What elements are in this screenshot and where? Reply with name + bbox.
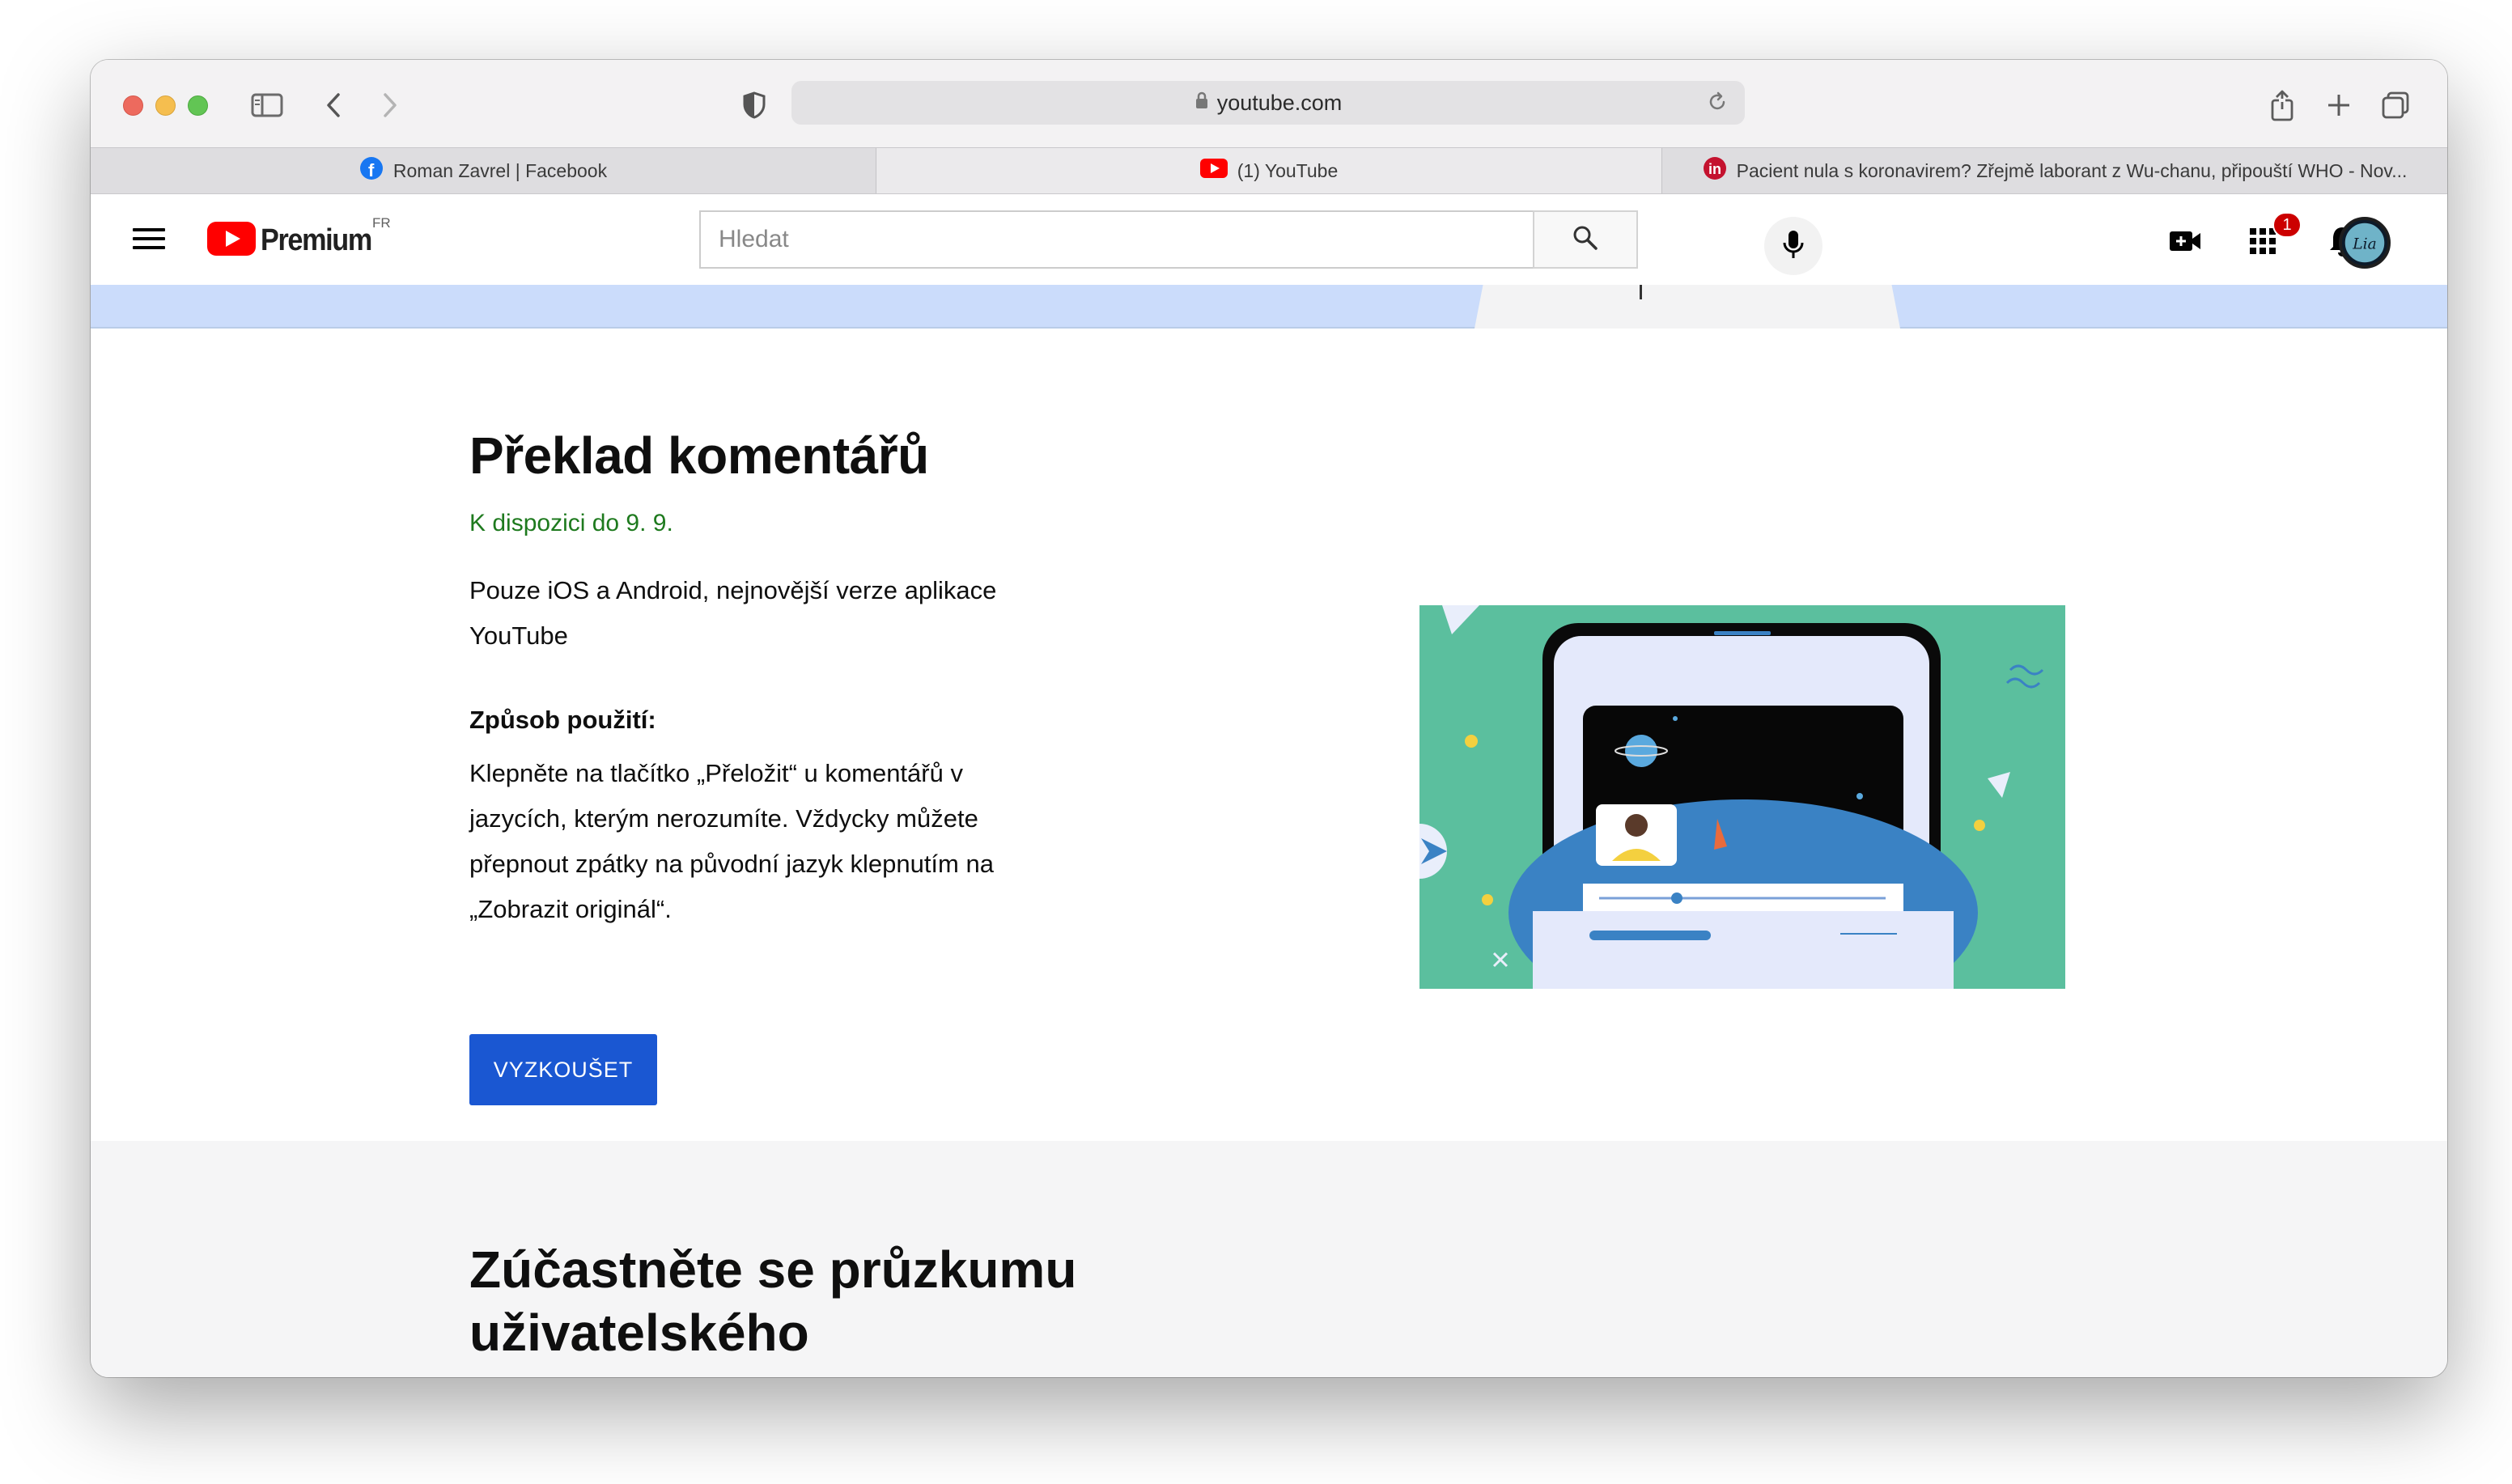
forward-icon[interactable] bbox=[372, 87, 408, 123]
logo-text: Premium bbox=[261, 223, 372, 257]
search-icon bbox=[1572, 224, 1599, 256]
banner-strip bbox=[91, 285, 2447, 329]
minimize-window-button[interactable] bbox=[155, 95, 176, 116]
microphone-icon bbox=[1782, 229, 1805, 264]
howto-label: Způsob použití: bbox=[469, 706, 656, 734]
tab-youtube[interactable]: (1) YouTube bbox=[876, 148, 1662, 193]
youtube-icon bbox=[1199, 159, 1228, 183]
search-button[interactable] bbox=[1533, 210, 1638, 269]
create-video-icon[interactable] bbox=[2166, 222, 2204, 261]
share-icon[interactable] bbox=[2264, 87, 2300, 123]
lock-icon bbox=[1194, 91, 1209, 116]
facebook-icon: f bbox=[359, 156, 384, 185]
feature-section: Překlad komentářů K dispozici do 9. 9. P… bbox=[91, 330, 2447, 1141]
search-input[interactable] bbox=[699, 210, 1533, 269]
tab-bar: f Roman Zavrel | Facebook (1) YouTube in… bbox=[91, 147, 2447, 194]
tab-label: Pacient nula s koronavirem? Zřejmě labor… bbox=[1736, 159, 2408, 181]
avatar-initials: Lia bbox=[2352, 235, 2376, 252]
address-bar[interactable]: youtube.com bbox=[791, 81, 1745, 125]
reload-icon[interactable] bbox=[1706, 91, 1729, 119]
browser-window: youtube.com f Roman Zavrel | Facebook (1… bbox=[91, 60, 2447, 1377]
survey-title: Zúčastněte se průzkumu uživatelského bbox=[469, 1240, 1077, 1362]
country-code: FR bbox=[372, 215, 391, 231]
banner-device-shape bbox=[1475, 285, 1900, 329]
avatar[interactable]: Lia bbox=[2339, 217, 2391, 269]
address-text: youtube.com bbox=[1216, 90, 1343, 115]
howto-text: Klepněte na tlačítko „Přeložit“ u koment… bbox=[469, 759, 994, 923]
tab-label: Roman Zavrel | Facebook bbox=[392, 159, 608, 181]
browser-toolbar: youtube.com bbox=[91, 60, 2447, 147]
tab-overview-icon[interactable] bbox=[2378, 87, 2413, 123]
back-icon[interactable] bbox=[316, 87, 351, 123]
close-window-button[interactable] bbox=[123, 95, 143, 116]
youtube-premium-logo[interactable]: Premium FR bbox=[207, 215, 391, 260]
survey-section: Zúčastněte se průzkumu uživatelského bbox=[91, 1141, 2447, 1377]
search-box bbox=[699, 210, 1638, 269]
tab-facebook[interactable]: f Roman Zavrel | Facebook bbox=[91, 148, 876, 193]
news-icon: in bbox=[1703, 156, 1727, 185]
feature-title: Překlad komentářů bbox=[469, 426, 929, 485]
svg-text:f: f bbox=[368, 160, 375, 180]
feature-availability: K dispozici do 9. 9. bbox=[469, 510, 673, 536]
feature-platform-note: Pouze iOS a Android, nejnovější verze ap… bbox=[469, 576, 997, 650]
comment-translation-illustration bbox=[1392, 605, 2065, 1026]
youtube-header: Premium FR Hledat 1 Lia bbox=[91, 194, 2447, 285]
banner-device-mark bbox=[1640, 285, 1642, 299]
tab-label: (1) YouTube bbox=[1237, 159, 1339, 181]
avatar-image: Lia bbox=[2343, 221, 2387, 265]
menu-icon[interactable] bbox=[131, 223, 167, 259]
sidebar-toggle-icon[interactable] bbox=[249, 87, 285, 123]
try-it-button[interactable]: VYZKOUŠET bbox=[469, 1034, 657, 1105]
tab-news[interactable]: in Pacient nula s koronavirem? Zřejmě la… bbox=[1662, 148, 2447, 193]
zoom-window-button[interactable] bbox=[188, 95, 208, 116]
youtube-logo-icon bbox=[207, 222, 256, 260]
svg-text:in: in bbox=[1708, 161, 1721, 177]
voice-search-button[interactable] bbox=[1764, 217, 1822, 275]
notification-count-badge: 1 bbox=[2272, 212, 2302, 238]
new-tab-icon[interactable] bbox=[2321, 87, 2357, 123]
privacy-shield-icon[interactable] bbox=[736, 87, 772, 123]
